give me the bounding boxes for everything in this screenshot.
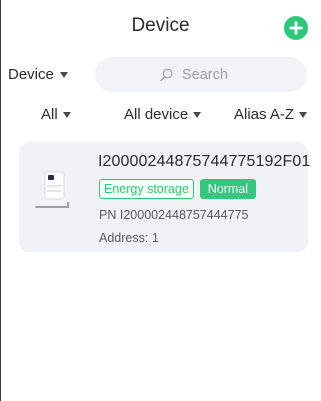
search-box[interactable] xyxy=(95,57,307,92)
caret-down-icon xyxy=(193,111,202,118)
search-input[interactable] xyxy=(180,65,242,84)
caret-down-icon xyxy=(59,71,68,78)
plus-icon xyxy=(289,21,303,35)
add-device-button[interactable] xyxy=(284,16,308,40)
device-pn-value: I200002448757444775 xyxy=(119,208,249,222)
device-address-line: Address: 1 xyxy=(99,231,159,245)
header: Device xyxy=(0,0,321,54)
device-tags: Energy storage Normal xyxy=(99,179,257,199)
status-filter-label: All xyxy=(41,106,58,123)
device-filter-dropdown[interactable]: All device xyxy=(124,106,202,123)
energy-storage-device-image xyxy=(35,171,69,208)
device-type-tag: Energy storage xyxy=(99,179,194,199)
caret-down-icon xyxy=(299,111,308,118)
device-filter-label: All device xyxy=(124,106,189,123)
sort-filter-dropdown[interactable]: Alias A-Z xyxy=(234,106,308,123)
search-icon xyxy=(160,68,173,81)
device-serial: I20000244875744775192F01 xyxy=(98,153,311,170)
device-pn-line: PN I200002448757444775 xyxy=(99,208,248,222)
device-type-select-label: Device xyxy=(8,66,54,83)
caret-down-icon xyxy=(62,111,71,118)
status-filter-dropdown[interactable]: All xyxy=(41,106,71,123)
sort-filter-label: Alias A-Z xyxy=(234,106,295,123)
search-row: Device xyxy=(0,57,321,93)
device-card[interactable]: I20000244875744775192F01 Energy storage … xyxy=(19,142,311,252)
device-address-value: 1 xyxy=(151,231,159,245)
device-pn-label: PN xyxy=(99,208,117,222)
page-title: Device xyxy=(131,15,190,36)
status-badge: Normal xyxy=(199,179,257,199)
device-address-label: Address: xyxy=(99,231,149,245)
device-type-select[interactable]: Device xyxy=(8,66,68,83)
filter-row: All All device Alias A-Z xyxy=(0,106,321,128)
